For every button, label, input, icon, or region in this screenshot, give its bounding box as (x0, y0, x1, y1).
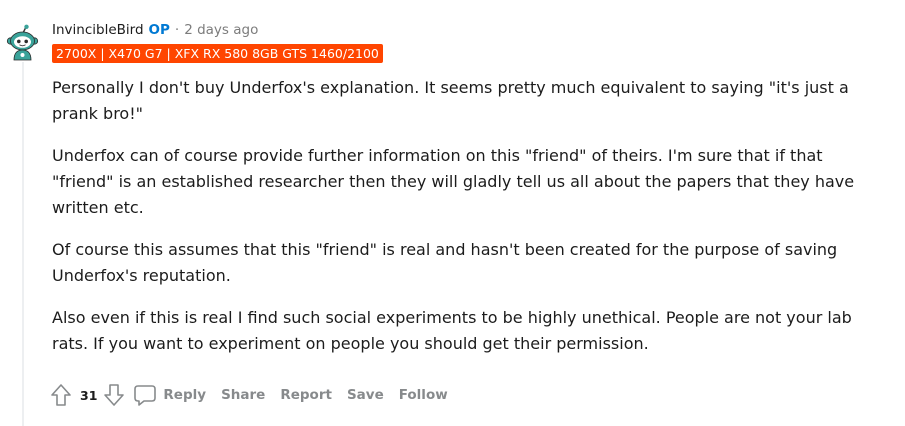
downvote-button[interactable] (101, 382, 127, 408)
comment-action-bar: 31 Reply Share Report Save Follow (48, 380, 448, 410)
comment-header: InvincibleBird OP · 2 days ago (52, 20, 258, 40)
comment-paragraph: Also even if this is real I find such so… (52, 308, 852, 353)
share-button[interactable]: Share (221, 387, 265, 403)
comment-timestamp[interactable]: 2 days ago (184, 20, 258, 40)
comment-body: Personally I don't buy Underfox's explan… (52, 75, 882, 373)
username-link[interactable]: InvincibleBird (52, 20, 144, 40)
follow-button[interactable]: Follow (399, 387, 448, 403)
report-button[interactable]: Report (280, 387, 332, 403)
comment-paragraph: Of course this assumes that this "friend… (52, 240, 838, 285)
comment-paragraph: Personally I don't buy Underfox's explan… (52, 78, 849, 123)
upvote-arrow-icon (51, 384, 71, 406)
reply-button[interactable]: Reply (133, 383, 206, 407)
vote-score: 31 (80, 387, 98, 403)
upvote-button[interactable] (48, 382, 74, 408)
meta-separator: · (174, 22, 180, 38)
comment-paragraph: Underfox can of course provide further i… (52, 146, 855, 217)
speech-bubble-icon (134, 385, 157, 406)
save-button[interactable]: Save (347, 387, 384, 403)
user-flair: 2700X | X470 G7 | XFX RX 580 8GB GTS 146… (52, 44, 383, 63)
downvote-arrow-icon (104, 384, 125, 406)
user-avatar[interactable] (4, 24, 41, 61)
snoo-avatar-icon (4, 24, 41, 61)
thread-line[interactable] (22, 62, 24, 426)
op-tag: OP (148, 22, 170, 38)
reply-label: Reply (163, 387, 207, 403)
